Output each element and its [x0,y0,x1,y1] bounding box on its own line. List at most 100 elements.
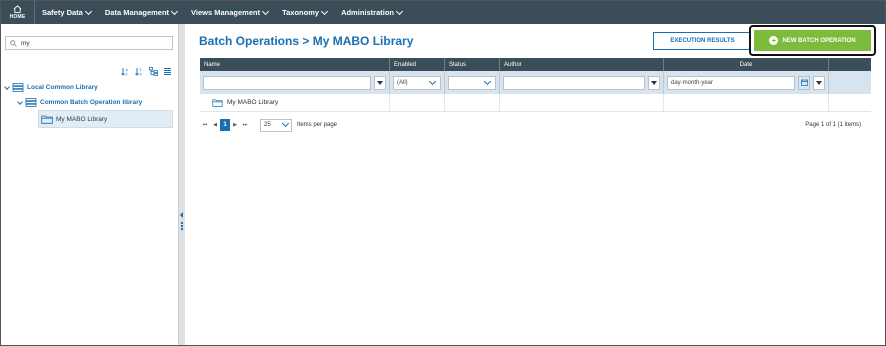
first-page-icon[interactable]: ⏮ [200,119,210,131]
folder-icon [212,99,223,107]
page-size-value: 25 [264,122,271,128]
home-label: HOME [9,14,26,20]
sort-descending-icon[interactable]: ZA [135,63,144,77]
enabled-filter-select[interactable]: (All) [393,75,441,90]
calendar-button[interactable] [798,75,810,90]
table-row[interactable]: My MABO Library [200,94,871,112]
home-button[interactable]: HOME [1,1,35,24]
prev-page-icon[interactable]: ◀ [210,119,220,131]
filter-cell-enabled: (All) [390,71,445,94]
tree-node-common-batch-operation-library[interactable]: Common Batch Operation library [1,95,178,110]
calendar-icon [800,79,808,86]
last-page-icon[interactable]: ⏭ [240,119,250,131]
items-per-page-label: Items per page [297,122,338,128]
filter-funnel-icon [377,80,383,85]
folder-icon [41,115,53,124]
nav-label: Administration [341,8,394,17]
execution-results-button[interactable]: EXECUTION RESULTS [653,32,752,50]
new-batch-label: NEW BATCH OPERATION [782,37,856,44]
chevron-down-icon [262,7,270,15]
chevron-down-icon [171,7,179,15]
collapse-arrow-icon[interactable] [180,212,183,218]
tree-node-label: Local Common Library [27,84,98,91]
nav-label: Data Management [104,8,170,17]
filter-funnel-icon [816,80,822,85]
chevron-down-icon[interactable] [4,83,10,90]
library-tree: Local Common Library Common Batch Operat… [1,80,178,128]
nav-label: Safety Data [42,8,83,17]
library-search[interactable] [5,36,173,50]
chevron-down-icon[interactable] [17,98,23,105]
tree-node-local-common-library[interactable]: Local Common Library [1,80,178,95]
nav-taxonomy[interactable]: Taxonomy [275,7,334,17]
status-filter-select[interactable] [448,75,496,90]
column-header-spacer [829,58,871,71]
sort-ascending-icon[interactable]: AZ [121,63,130,77]
name-filter-input[interactable] [203,75,371,90]
search-icon [10,39,17,47]
batch-operations-grid: Name Enabled Status Author Date (All) da… [200,58,871,112]
column-header-status[interactable]: Status [445,58,500,71]
new-batch-operation-button[interactable]: + NEW BATCH OPERATION [754,30,871,51]
current-page-button[interactable]: 1 [220,119,230,131]
tree-node-my-mabo-library[interactable]: My MABO Library [38,110,173,128]
drag-handle-icon[interactable] [181,222,183,224]
page-title: Batch Operations > My MABO Library [199,34,414,48]
svg-text:A: A [140,73,143,77]
chevron-down-icon [428,77,437,85]
main-content: Batch Operations > My MABO Library EXECU… [185,24,885,345]
cell-enabled [390,94,445,111]
chevron-down-icon [395,7,404,15]
tree-node-label: Common Batch Operation library [40,99,143,106]
chevron-down-icon [483,77,492,85]
filter-cell-status [445,71,500,94]
chevron-down-icon [321,7,329,15]
nav-label: Views Management [191,8,261,17]
author-filter-button[interactable] [648,75,660,90]
date-filter-input[interactable]: day-month-year [667,75,795,90]
tree-structure-icon[interactable] [149,63,158,76]
column-header-name[interactable]: Name [200,58,390,71]
pager: ⏮ ◀ 1 ▶ ⏭ 25 Items per page Page 1 of 1 … [200,117,871,133]
chevron-down-icon [281,119,290,128]
enabled-filter-value: (All) [397,79,408,86]
nav-administration[interactable]: Administration [334,7,409,17]
column-header-author[interactable]: Author [500,58,664,71]
author-filter-input[interactable] [503,75,645,90]
column-header-enabled[interactable]: Enabled [390,58,445,71]
grid-header: Name Enabled Status Author Date [200,58,871,71]
search-input[interactable] [21,39,161,47]
panel-splitter[interactable] [178,24,185,345]
chevron-down-icon [84,7,92,15]
date-filter-button[interactable] [813,75,825,90]
app-frame: HOME Safety Data Data Management Views M… [0,0,886,346]
svg-text:Z: Z [140,68,143,72]
nav-data-management[interactable]: Data Management [98,7,184,17]
page-info: Page 1 of 1 (1 items) [805,122,861,128]
tree-toolbar: AZ ZA [121,63,172,77]
cell-date [664,94,829,111]
svg-text:A: A [126,68,129,72]
row-name-text: My MABO Library [227,99,279,106]
filter-cell-spacer [829,71,871,94]
filter-funnel-icon [651,80,657,85]
library-stack-icon [12,83,24,92]
top-nav: HOME Safety Data Data Management Views M… [1,1,885,24]
next-page-icon[interactable]: ▶ [230,119,240,131]
library-panel: AZ ZA Local Common Library Common Batch … [1,24,178,345]
tree-node-label: My MABO Library [56,115,108,123]
nav-views-management[interactable]: Views Management [184,7,275,17]
filter-cell-name [200,71,390,94]
library-stack-icon [25,98,37,107]
cell-name: My MABO Library [200,94,390,111]
list-view-icon[interactable] [163,63,172,75]
cell-spacer [829,94,871,111]
name-filter-button[interactable] [374,75,386,90]
filter-cell-date: day-month-year [664,71,829,94]
page-size-select[interactable]: 25 [260,118,292,132]
svg-text:Z: Z [126,73,129,77]
cell-status [445,94,500,111]
nav-safety-data[interactable]: Safety Data [35,7,98,17]
column-header-date[interactable]: Date [664,58,829,71]
date-placeholder: day-month-year [671,79,714,86]
